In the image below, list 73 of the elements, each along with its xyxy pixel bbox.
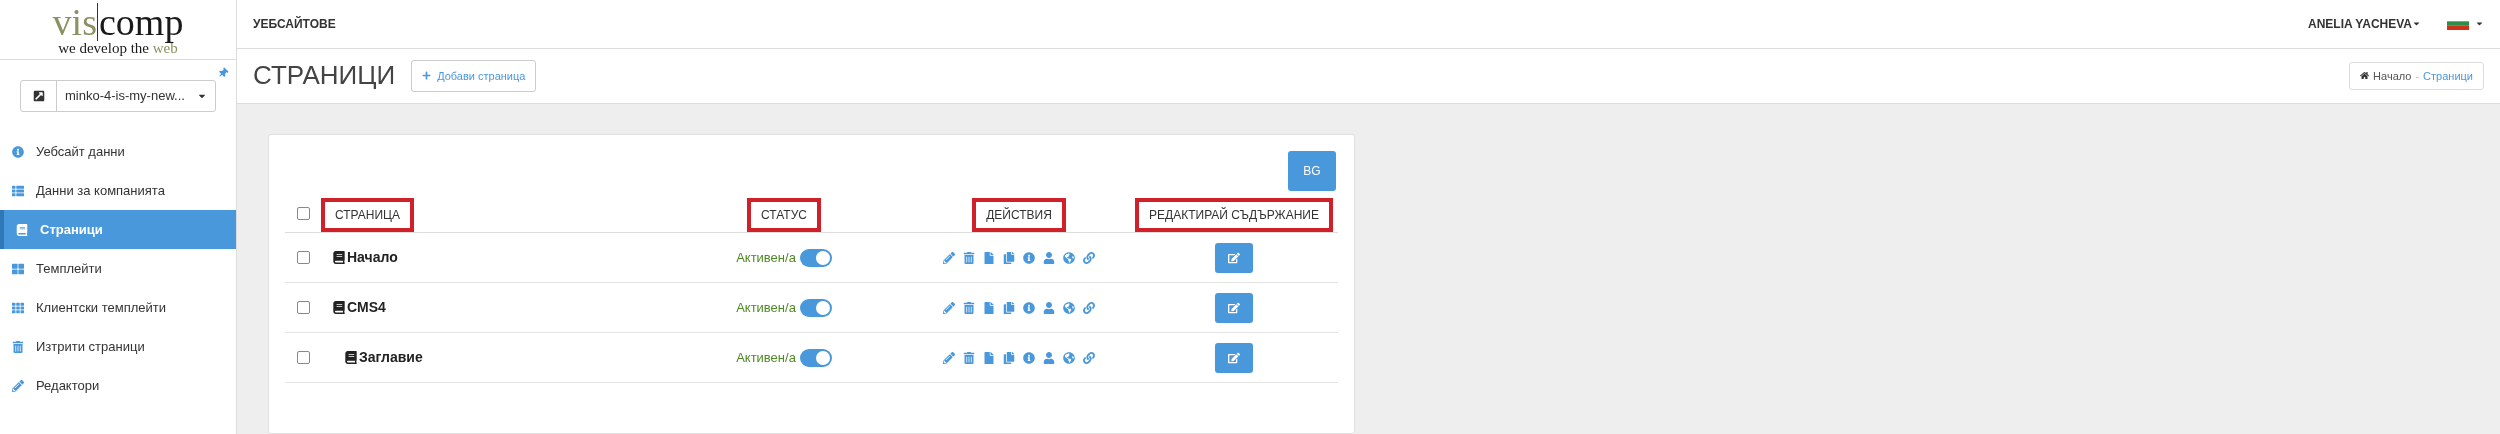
status-text: Активен/а <box>736 248 796 267</box>
globe-icon[interactable] <box>1063 251 1075 264</box>
grid-icon <box>12 262 24 275</box>
pencil-icon <box>12 379 24 392</box>
user-menu[interactable]: ANELIA YACHEVA <box>2307 14 2421 33</box>
globe-icon[interactable] <box>1063 301 1075 314</box>
sidebar-item[interactable]: Темплейти <box>0 249 236 288</box>
page-name[interactable]: Начало <box>347 247 398 268</box>
info-icon[interactable] <box>1023 301 1035 314</box>
copy-icon[interactable] <box>1003 251 1015 264</box>
link-icon[interactable] <box>1083 251 1095 264</box>
column-header: РЕДАКТИРАЙ СЪДЪРЖАНИЕ <box>1135 198 1333 232</box>
sidebar-item[interactable]: Изтрити страници <box>0 327 236 366</box>
section-title[interactable]: УЕБСАЙТОВЕ <box>253 14 336 33</box>
book-icon <box>16 223 28 236</box>
file-icon[interactable] <box>983 301 995 314</box>
link-icon[interactable] <box>1083 351 1095 364</box>
file-icon[interactable] <box>983 251 995 264</box>
info-icon <box>12 145 24 158</box>
user-icon[interactable] <box>1043 301 1055 314</box>
checkbox[interactable] <box>296 207 310 220</box>
copy-icon[interactable] <box>1003 301 1015 314</box>
trash-icon[interactable] <box>963 301 975 314</box>
pencil-icon[interactable] <box>943 301 955 314</box>
page-name[interactable]: CMS4 <box>347 297 386 318</box>
copy-icon[interactable] <box>1003 351 1015 364</box>
edit-icon <box>1228 351 1240 364</box>
logo[interactable]: viscomp we develop the web <box>0 0 236 60</box>
trash-icon[interactable] <box>963 351 975 364</box>
link-icon[interactable] <box>1083 301 1095 314</box>
page-name[interactable]: Заглавие <box>359 347 423 368</box>
edit-content-button[interactable] <box>1215 242 1253 273</box>
list-icon <box>12 184 24 197</box>
column-header: СТАТУС <box>747 198 821 232</box>
breadcrumb-separator: - <box>2415 68 2420 84</box>
edit-icon <box>1228 301 1240 314</box>
status-text: Активен/а <box>736 348 796 367</box>
checkbox[interactable] <box>296 351 310 364</box>
site-selector[interactable]: minko-4-is-my-new... <box>20 80 216 112</box>
info-icon[interactable] <box>1023 351 1035 364</box>
status-toggle[interactable] <box>799 298 832 317</box>
sidebar-item[interactable]: Редактори <box>0 366 236 405</box>
page-title: СТРАНИЦИ <box>253 59 396 93</box>
trash-icon[interactable] <box>963 251 975 264</box>
book-icon <box>333 301 345 314</box>
status-toggle[interactable] <box>799 348 832 367</box>
home-icon <box>2360 71 2370 81</box>
checkbox[interactable] <box>296 251 310 264</box>
globe-icon[interactable] <box>1063 351 1075 364</box>
user-icon[interactable] <box>1043 251 1055 264</box>
pencil-icon[interactable] <box>943 251 955 264</box>
external-link-icon[interactable] <box>32 90 45 102</box>
book-icon <box>345 351 357 364</box>
pencil-icon[interactable] <box>943 351 955 364</box>
checkbox[interactable] <box>296 301 310 314</box>
breadcrumb-link[interactable]: Начало <box>2373 67 2412 85</box>
edit-content-button[interactable] <box>1215 292 1253 323</box>
trash-icon <box>12 340 24 353</box>
dotted-grid-icon <box>12 301 24 314</box>
sidebar-item[interactable]: Уебсайт данни <box>0 132 236 171</box>
plus-icon <box>422 71 432 81</box>
edit-icon <box>1228 251 1240 264</box>
column-header: ДЕЙСТВИЯ <box>972 198 1066 232</box>
sidebar-item[interactable]: Клиентски темплейти <box>0 288 236 327</box>
user-icon[interactable] <box>1043 351 1055 364</box>
info-icon[interactable] <box>1023 251 1035 264</box>
status-text: Активен/а <box>736 298 796 317</box>
column-header: СТРАНИЦА <box>321 198 414 232</box>
sidebar-item[interactable]: Данни за компанията <box>0 171 236 210</box>
file-icon[interactable] <box>983 351 995 364</box>
book-icon <box>333 251 345 264</box>
edit-content-button[interactable] <box>1215 342 1253 373</box>
status-toggle[interactable] <box>799 248 832 267</box>
